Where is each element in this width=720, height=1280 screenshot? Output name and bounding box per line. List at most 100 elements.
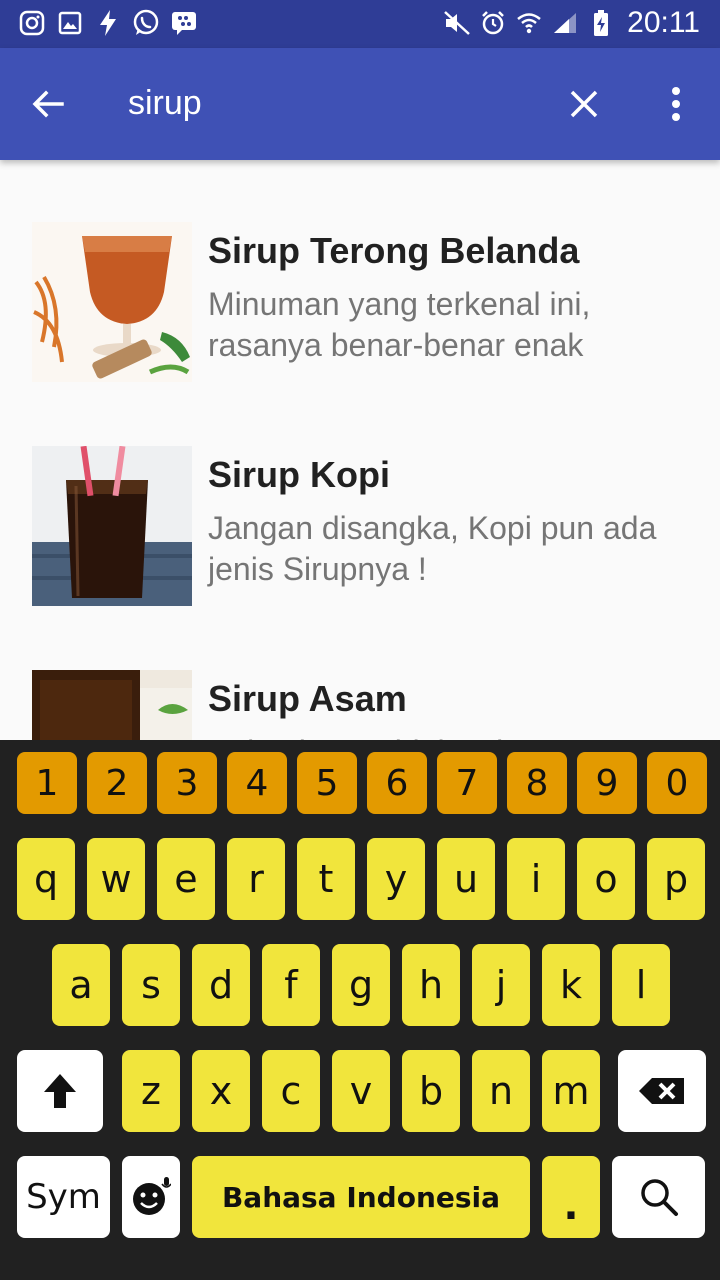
letter-key-b[interactable]: b [402, 1050, 460, 1132]
key-label: f [284, 963, 298, 1007]
battery-icon [587, 8, 615, 38]
letter-key-o[interactable]: o [577, 838, 635, 920]
letter-key-k[interactable]: k [542, 944, 600, 1026]
letter-key-f[interactable]: f [262, 944, 320, 1026]
letter-key-d[interactable]: d [192, 944, 250, 1026]
key-label: 9 [595, 762, 619, 804]
on-screen-keyboard: 1234567890 qwertyuiop asdfghjkl zxcvbnm … [0, 740, 720, 1280]
key-label: 8 [525, 762, 549, 804]
letter-key-t[interactable]: t [297, 838, 355, 920]
list-item[interactable]: Sirup Kopi Jangan disangka, Kopi pun ada… [0, 446, 720, 670]
key-label: 2 [105, 762, 129, 804]
backspace-key[interactable] [618, 1050, 706, 1132]
letter-key-w[interactable]: w [87, 838, 145, 920]
instagram-icon [18, 8, 46, 38]
letter-key-u[interactable]: u [437, 838, 495, 920]
number-key-4[interactable]: 4 [227, 752, 287, 814]
key-label: 4 [245, 762, 269, 804]
space-key[interactable]: Bahasa Indonesia [192, 1156, 530, 1238]
key-label: 1 [35, 762, 59, 804]
status-bar: 20:11 [0, 0, 720, 48]
letter-key-c[interactable]: c [262, 1050, 320, 1132]
emoji-voice-key[interactable] [122, 1156, 180, 1238]
shift-arrow-icon [44, 1074, 76, 1108]
number-key-6[interactable]: 6 [367, 752, 427, 814]
letter-key-n[interactable]: n [472, 1050, 530, 1132]
status-time: 20:11 [627, 6, 700, 39]
number-key-9[interactable]: 9 [577, 752, 637, 814]
whatsapp-icon [132, 8, 160, 38]
key-label: x [209, 1069, 233, 1113]
number-key-2[interactable]: 2 [87, 752, 147, 814]
key-label: p [663, 857, 689, 901]
letter-key-v[interactable]: v [332, 1050, 390, 1132]
letter-key-x[interactable]: x [192, 1050, 250, 1132]
search-key[interactable] [612, 1156, 705, 1238]
emoji-icon [133, 1177, 171, 1215]
key-label: k [559, 963, 582, 1007]
key-label: b [418, 1069, 444, 1113]
letter-key-y[interactable]: y [367, 838, 425, 920]
item-description: Jangan disangka, Kopi pun ada jenis Siru… [208, 510, 657, 587]
key-label: 6 [385, 762, 409, 804]
item-description: Kalau kamu tidak suka [208, 732, 688, 740]
more-options-button[interactable] [652, 78, 700, 130]
item-title: Sirup Asam [208, 678, 407, 719]
close-icon [570, 90, 598, 118]
sym-key[interactable]: Sym [17, 1156, 110, 1238]
key-label: 3 [175, 762, 199, 804]
shift-key[interactable] [17, 1050, 103, 1132]
key-label: e [174, 857, 198, 901]
bbm-icon [170, 8, 198, 38]
recipe-thumbnail [32, 670, 192, 740]
backspace-icon [639, 1078, 684, 1104]
search-input[interactable]: sirup [128, 84, 202, 123]
key-label: 0 [665, 762, 689, 804]
key-label: a [69, 963, 93, 1007]
wifi-icon [515, 8, 543, 38]
more-vert-icon [672, 87, 680, 121]
key-label: l [635, 963, 647, 1007]
key-label: m [552, 1069, 590, 1113]
letter-key-r[interactable]: r [227, 838, 285, 920]
letter-key-i[interactable]: i [507, 838, 565, 920]
key-label: y [384, 857, 408, 901]
key-label: r [248, 857, 264, 901]
letter-key-l[interactable]: l [612, 944, 670, 1026]
number-key-3[interactable]: 3 [157, 752, 217, 814]
key-label: s [141, 963, 161, 1007]
key-label: h [418, 963, 444, 1007]
period-key[interactable]: . [542, 1156, 600, 1238]
letter-key-m[interactable]: m [542, 1050, 600, 1132]
letter-key-a[interactable]: a [52, 944, 110, 1026]
search-toolbar: sirup [0, 48, 720, 160]
search-icon [640, 1179, 678, 1216]
letter-key-j[interactable]: j [472, 944, 530, 1026]
gallery-icon [56, 8, 84, 38]
key-label: 5 [315, 762, 339, 804]
number-key-1[interactable]: 1 [17, 752, 77, 814]
item-description: Minuman yang terkenal ini, rasanya benar… [208, 286, 591, 363]
letter-key-p[interactable]: p [647, 838, 705, 920]
back-button[interactable] [22, 78, 74, 130]
number-key-5[interactable]: 5 [297, 752, 357, 814]
sym-key-label: Sym [26, 1177, 101, 1217]
number-key-0[interactable]: 0 [647, 752, 707, 814]
list-item[interactable]: Sirup Terong Belanda Minuman yang terken… [0, 222, 720, 446]
letter-key-z[interactable]: z [122, 1050, 180, 1132]
letter-key-g[interactable]: g [332, 944, 390, 1026]
results-list: Sirup Terong Belanda Minuman yang terken… [0, 160, 720, 740]
number-key-7[interactable]: 7 [437, 752, 497, 814]
list-item[interactable]: Sirup Asam Kalau kamu tidak suka [0, 670, 720, 740]
number-key-8[interactable]: 8 [507, 752, 567, 814]
key-label: i [530, 857, 542, 901]
flash-icon [94, 8, 122, 38]
letter-key-s[interactable]: s [122, 944, 180, 1026]
letter-key-e[interactable]: e [157, 838, 215, 920]
item-title: Sirup Kopi [208, 454, 390, 495]
letter-key-h[interactable]: h [402, 944, 460, 1026]
item-title: Sirup Terong Belanda [208, 230, 580, 271]
signal-icon [551, 8, 579, 38]
letter-key-q[interactable]: q [17, 838, 75, 920]
clear-search-button[interactable] [558, 78, 610, 130]
